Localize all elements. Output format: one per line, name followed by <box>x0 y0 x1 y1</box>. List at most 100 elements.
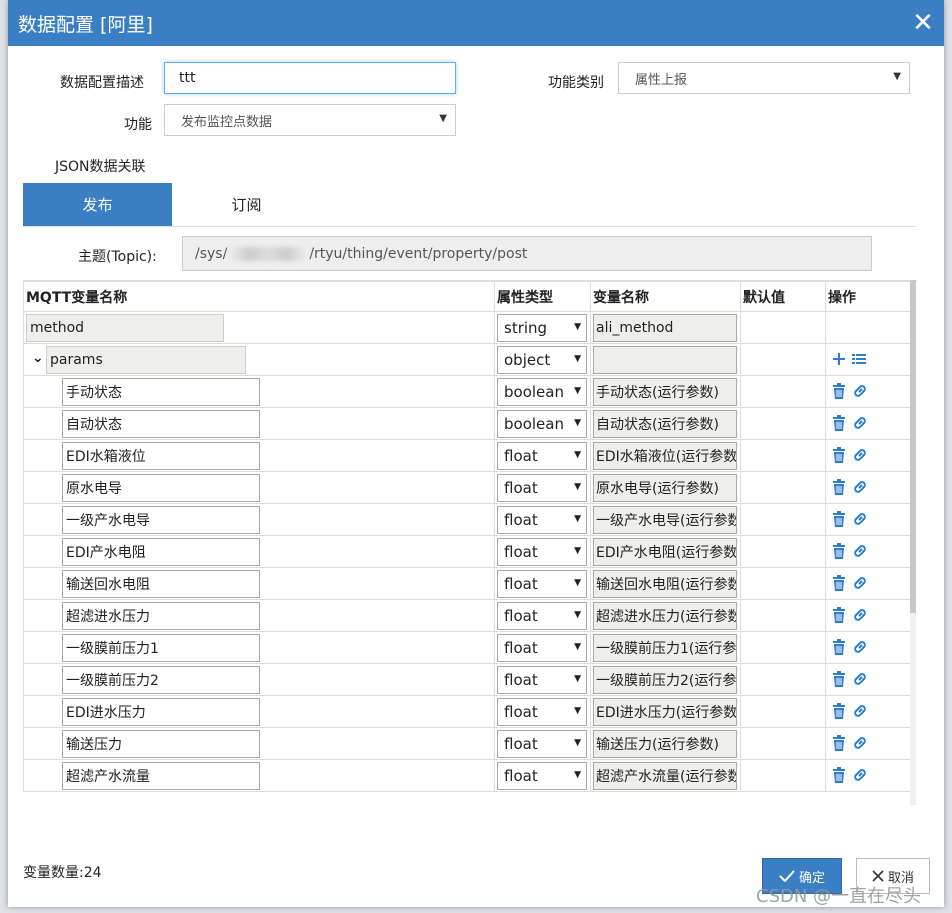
link-icon[interactable] <box>852 639 868 655</box>
default-cell[interactable] <box>740 343 826 376</box>
delete-icon[interactable] <box>832 671 846 687</box>
mqtt-name-input[interactable]: 原水电导 <box>62 474 260 502</box>
var-name-field[interactable]: 手动状态(运行参数) <box>593 378 737 406</box>
default-cell[interactable] <box>740 311 826 344</box>
attr-type-select[interactable]: string ▼ <box>497 314 587 342</box>
link-icon[interactable] <box>852 447 868 463</box>
delete-icon[interactable] <box>832 767 846 783</box>
link-icon[interactable] <box>852 735 868 751</box>
attr-type-select[interactable]: boolean ▼ <box>497 378 587 406</box>
mqtt-name-input[interactable]: 一级膜前压力2 <box>62 666 260 694</box>
chevron-down-icon[interactable]: ⌄ <box>32 350 44 366</box>
var-name-field[interactable]: ali_method <box>593 314 737 342</box>
default-cell[interactable] <box>740 663 826 696</box>
link-icon[interactable] <box>852 511 868 527</box>
link-icon[interactable] <box>852 575 868 591</box>
mqtt-name-input[interactable]: params <box>46 346 246 374</box>
attr-type-select[interactable]: float ▼ <box>497 506 587 534</box>
list-icon[interactable] <box>852 351 866 367</box>
attr-type-select[interactable]: float ▼ <box>497 538 587 566</box>
attr-type-select[interactable]: float ▼ <box>497 442 587 470</box>
link-icon[interactable] <box>852 703 868 719</box>
attr-type-select[interactable]: float ▼ <box>497 698 587 726</box>
var-name-field[interactable]: 输送压力(运行参数) <box>593 730 737 758</box>
mqtt-name-input[interactable]: 手动状态 <box>62 378 260 406</box>
link-icon[interactable] <box>852 607 868 623</box>
var-name-field[interactable]: EDI进水压力(运行参数) <box>593 698 737 726</box>
default-cell[interactable] <box>740 535 826 568</box>
var-name-field[interactable]: 自动状态(运行参数) <box>593 410 737 438</box>
var-name-field[interactable]: 超滤进水压力(运行参数) <box>593 602 737 630</box>
chevron-down-icon: ▼ <box>574 578 581 588</box>
mqtt-name-input[interactable]: EDI产水电阻 <box>62 538 260 566</box>
default-cell[interactable] <box>740 727 826 760</box>
function-select[interactable]: 发布监控点数据 ▼ <box>164 104 456 136</box>
add-icon[interactable] <box>832 351 846 367</box>
row-ops <box>832 383 868 399</box>
var-name-field[interactable]: 一级膜前压力2(运行参数) <box>593 666 737 694</box>
delete-icon[interactable] <box>832 639 846 655</box>
attr-type-select[interactable]: float ▼ <box>497 602 587 630</box>
delete-icon[interactable] <box>832 607 846 623</box>
var-name-field[interactable]: EDI产水电阻(运行参数) <box>593 538 737 566</box>
default-cell[interactable] <box>740 503 826 536</box>
link-icon[interactable] <box>852 767 868 783</box>
var-name-field[interactable]: 超滤产水流量(运行参数) <box>593 762 737 790</box>
delete-icon[interactable] <box>832 543 846 559</box>
data-config-dialog: 数据配置 [阿里] ✕ 数据配置描述 ttt 功能类别 属性上报 ▼ 功能 发布… <box>8 0 944 907</box>
attr-type-select[interactable]: object ▼ <box>497 346 587 374</box>
delete-icon[interactable] <box>832 703 846 719</box>
attr-type-select[interactable]: float ▼ <box>497 730 587 758</box>
attr-type-select[interactable]: float ▼ <box>497 570 587 598</box>
mqtt-name-input[interactable]: 超滤进水压力 <box>62 602 260 630</box>
delete-icon[interactable] <box>832 575 846 591</box>
var-name-field[interactable] <box>593 346 737 374</box>
var-name-field[interactable]: 一级产水电导(运行参数) <box>593 506 737 534</box>
mqtt-name-input[interactable]: 输送压力 <box>62 730 260 758</box>
delete-icon[interactable] <box>832 447 846 463</box>
mqtt-name-input[interactable]: 一级产水电导 <box>62 506 260 534</box>
default-cell[interactable] <box>740 695 826 728</box>
mqtt-name-input[interactable]: 输送回水电阻 <box>62 570 260 598</box>
var-name-field[interactable]: 原水电导(运行参数) <box>593 474 737 502</box>
tab-subscribe[interactable]: 订阅 <box>172 183 321 226</box>
tab-publish[interactable]: 发布 <box>23 183 172 226</box>
default-cell[interactable] <box>740 759 826 792</box>
link-icon[interactable] <box>852 415 868 431</box>
default-cell[interactable] <box>740 567 826 600</box>
default-cell[interactable] <box>740 631 826 664</box>
attr-type-select[interactable]: float ▼ <box>497 634 587 662</box>
var-name-field[interactable]: 一级膜前压力1(运行参数) <box>593 634 737 662</box>
link-icon[interactable] <box>852 383 868 399</box>
mqtt-name-input[interactable]: method <box>26 314 224 342</box>
table-scrollbar-thumb[interactable] <box>910 280 916 613</box>
chevron-down-icon: ▼ <box>574 418 581 428</box>
attr-type-select[interactable]: float ▼ <box>497 762 587 790</box>
link-icon[interactable] <box>852 479 868 495</box>
attr-type-select[interactable]: boolean ▼ <box>497 410 587 438</box>
mqtt-name-input[interactable]: EDI进水压力 <box>62 698 260 726</box>
delete-icon[interactable] <box>832 415 846 431</box>
mqtt-name-input[interactable]: 自动状态 <box>62 410 260 438</box>
link-icon[interactable] <box>852 671 868 687</box>
delete-icon[interactable] <box>832 479 846 495</box>
close-icon[interactable]: ✕ <box>908 8 938 38</box>
desc-input[interactable]: ttt <box>164 62 456 94</box>
var-name-field[interactable]: EDI水箱液位(运行参数) <box>593 442 737 470</box>
default-cell[interactable] <box>740 375 826 408</box>
link-icon[interactable] <box>852 543 868 559</box>
default-cell[interactable] <box>740 471 826 504</box>
delete-icon[interactable] <box>832 383 846 399</box>
var-name-field[interactable]: 输送回水电阻(运行参数) <box>593 570 737 598</box>
mqtt-name-input[interactable]: 一级膜前压力1 <box>62 634 260 662</box>
delete-icon[interactable] <box>832 735 846 751</box>
attr-type-select[interactable]: float ▼ <box>497 474 587 502</box>
default-cell[interactable] <box>740 599 826 632</box>
default-cell[interactable] <box>740 439 826 472</box>
mqtt-name-input[interactable]: 超滤产水流量 <box>62 762 260 790</box>
category-select[interactable]: 属性上报 ▼ <box>618 62 910 94</box>
mqtt-name-input[interactable]: EDI水箱液位 <box>62 442 260 470</box>
attr-type-select[interactable]: float ▼ <box>497 666 587 694</box>
delete-icon[interactable] <box>832 511 846 527</box>
default-cell[interactable] <box>740 407 826 440</box>
